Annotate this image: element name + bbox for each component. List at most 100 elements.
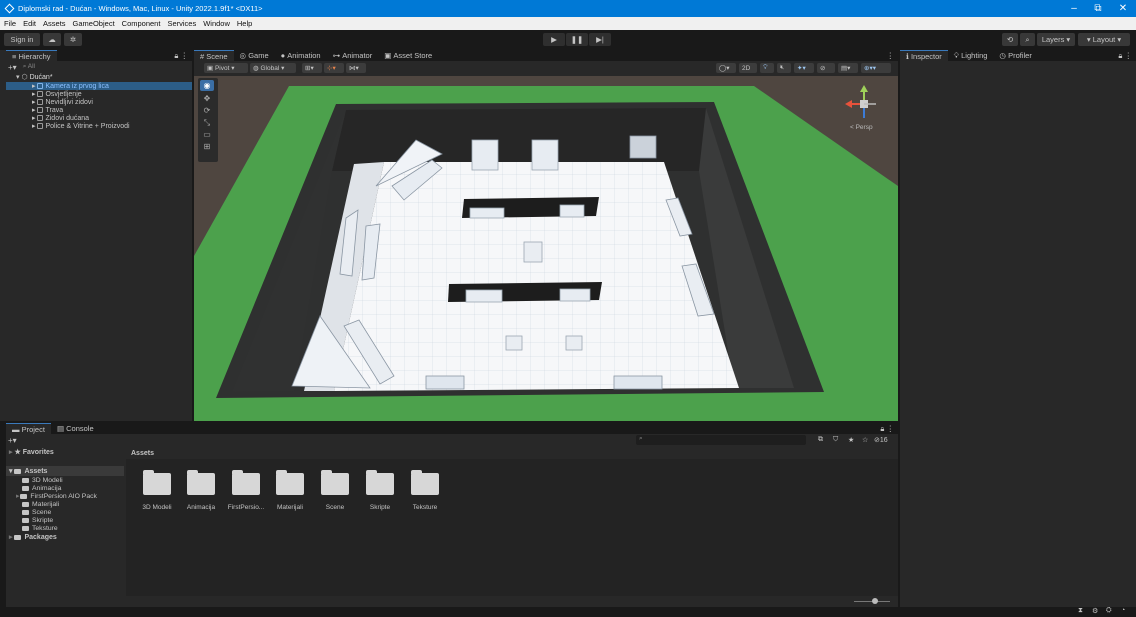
orientation-gizmo[interactable]: < Persp (842, 82, 886, 134)
tree-folder-row[interactable]: Scene (6, 508, 124, 516)
network-icon[interactable]: ⛭ (1106, 607, 1112, 615)
close-button[interactable]: ✕ (1112, 0, 1134, 17)
progress-icon[interactable]: ⧗ (1078, 607, 1083, 615)
door-frame (629, 135, 657, 159)
tab-console[interactable]: ▤ Console (51, 423, 100, 434)
assets-root-row[interactable]: ▾ Assets (6, 466, 124, 476)
favorite-filter-icon[interactable]: ★ (848, 436, 854, 444)
rotate-tool-icon[interactable]: ⟳ (200, 105, 214, 116)
star-icon[interactable]: ☆ (862, 436, 868, 444)
grid-snapping-button[interactable]: ⊞▾ (302, 63, 322, 73)
hierarchy-row[interactable]: ▸ Zidovi dućana (6, 114, 196, 123)
tab-lighting[interactable]: 💡︎ Lighting (948, 50, 994, 61)
scene-viewport[interactable]: ◉ ✥ ⟳ ⤡ ▭ ⊞ < Persp (194, 76, 898, 421)
tab-lighting-label: Lighting (961, 51, 988, 60)
collab-icon[interactable]: ✲ (64, 33, 82, 46)
tab-game[interactable]: ◎ Game (234, 50, 275, 61)
project-add-dropdown[interactable]: +▾ (8, 436, 17, 445)
project-search-input[interactable]: ⌕ (636, 435, 806, 445)
camera-settings-dropdown[interactable]: ▤▾ (838, 63, 858, 73)
breadcrumb-assets[interactable]: Assets (131, 450, 154, 457)
tab-scene[interactable]: # Scene (194, 50, 234, 61)
add-dropdown[interactable]: +▾ (8, 63, 17, 72)
folder-icon[interactable] (143, 470, 171, 495)
cloud-icon[interactable]: ☁ (43, 33, 61, 46)
maximize-button[interactable]: ⧉ (1087, 0, 1109, 17)
history-icon[interactable]: ⟲ (1002, 33, 1018, 46)
step-button[interactable]: ▶| (589, 33, 611, 46)
lock-icon[interactable]: 🔒︎ ⋮ (174, 51, 188, 61)
folder-icon[interactable] (187, 470, 215, 495)
hierarchy-row-selected[interactable]: ▸ Kamera iz prvog lica (6, 82, 192, 90)
pause-button[interactable]: ❚❚ (566, 33, 588, 46)
tree-folder-row[interactable]: Teksture (6, 524, 124, 532)
2d-toggle[interactable]: 2D (739, 63, 757, 73)
menu-help[interactable]: Help (237, 19, 252, 28)
menu-services[interactable]: Services (167, 19, 196, 28)
filter-by-type-icon[interactable]: ⧉ (818, 436, 823, 444)
lighting-toggle-icon[interactable]: 💡︎ (760, 63, 774, 73)
scale-tool-icon[interactable]: ⤡ (200, 117, 214, 128)
perspective-label[interactable]: < Persp (850, 124, 873, 131)
menu-window[interactable]: Window (203, 19, 230, 28)
menu-file[interactable]: File (4, 19, 16, 28)
scene-more-icon[interactable]: ⋮ (887, 51, 895, 60)
folder-icon[interactable] (321, 470, 349, 495)
folder-icon[interactable] (366, 470, 394, 495)
view-tool-icon[interactable]: ◉ (200, 80, 214, 91)
menu-gameobject[interactable]: GameObject (73, 19, 115, 28)
favorites-row[interactable]: ▸ ★ Favorites (6, 447, 124, 457)
hierarchy-row[interactable]: ▸ Osvjetljenje (6, 90, 196, 99)
inspector-lock-icon[interactable]: 🔒︎ ⋮ (1118, 51, 1132, 61)
search-icon[interactable]: ⌕ (1020, 33, 1035, 46)
menu-component[interactable]: Component (122, 19, 161, 28)
folder-icon[interactable] (232, 470, 260, 495)
tree-folder-row[interactable]: ▸ FirstPersion AIO Pack (6, 492, 124, 501)
account-icon[interactable]: ◔ (1121, 607, 1125, 614)
transform-tool-icon[interactable]: ⊞ (200, 141, 214, 152)
play-button[interactable]: ▶ (543, 33, 565, 46)
layout-dropdown[interactable]: ▾ Layout ▾ (1078, 33, 1130, 46)
tab-inspector[interactable]: ℹ Inspector (900, 50, 948, 61)
tree-folder-row[interactable]: 3D Modeli (6, 476, 124, 484)
tree-folder-row[interactable]: Animacija (6, 484, 124, 492)
tab-animator[interactable]: ⊶ Animator (327, 50, 379, 61)
hierarchy-row[interactable]: ▸ Trava (6, 106, 196, 115)
minimize-button[interactable]: – (1063, 0, 1085, 17)
folder-icon[interactable] (276, 470, 304, 495)
hierarchy-search[interactable]: ⌕ All (23, 63, 35, 71)
packages-row[interactable]: ▸ Packages (6, 532, 124, 542)
tab-project[interactable]: ▬ Project (6, 423, 51, 434)
layers-dropdown[interactable]: Layers ▾ (1037, 33, 1075, 46)
filter-by-label-icon[interactable]: ⛉ (833, 436, 838, 444)
zoom-slider-handle[interactable] (872, 598, 878, 604)
sign-in-button[interactable]: Sign in (4, 33, 40, 46)
global-dropdown[interactable]: ◍ Global ▾ (250, 63, 296, 73)
effects-dropdown[interactable]: ✦▾ (794, 63, 814, 73)
gizmos-dropdown[interactable]: ⊕▾▾ (861, 63, 891, 73)
window-titlebar: Diplomski rad - Dućan - Windows, Mac, Li… (0, 0, 1136, 17)
hidden-objects-icon[interactable]: ⊘ (817, 63, 835, 73)
pivot-dropdown[interactable]: ▣ Pivot ▾ (204, 63, 248, 73)
tab-hierarchy[interactable]: ≡ Hierarchy (6, 50, 57, 61)
menu-assets[interactable]: Assets (43, 19, 66, 28)
tab-asset-store[interactable]: ▣ Asset Store (378, 50, 438, 61)
increment-snap-button[interactable]: ⋈▾ (346, 63, 366, 73)
tab-profiler[interactable]: ◷ Profiler (993, 50, 1037, 61)
menu-edit[interactable]: Edit (23, 19, 36, 28)
debug-icon[interactable]: ⚙ (1092, 607, 1098, 615)
audio-toggle-icon[interactable]: 🔇︎ (777, 63, 791, 73)
folder-icon[interactable] (411, 470, 439, 495)
rect-tool-icon[interactable]: ▭ (200, 129, 214, 140)
project-lock-icon[interactable]: 🔒︎ ⋮ (880, 424, 894, 434)
hierarchy-row[interactable]: ▸ Nevidljivi zidovi (6, 98, 196, 107)
hierarchy-row-scene[interactable]: ▾ ⬡ Dućan* (6, 73, 196, 82)
grid-visibility-button[interactable]: ⊹▾ (324, 63, 344, 73)
tree-folder-row[interactable]: Materijali (6, 500, 124, 508)
hidden-packages-toggle[interactable]: ⊘16 (874, 436, 888, 444)
tab-animation[interactable]: ● Animation (275, 50, 327, 61)
draw-mode-button[interactable]: ◯▾ (716, 63, 736, 73)
tree-folder-row[interactable]: Skripte (6, 516, 124, 524)
move-tool-icon[interactable]: ✥ (200, 93, 214, 104)
hierarchy-row[interactable]: ▸ Police & Vitrine + Proizvodi (6, 122, 196, 131)
